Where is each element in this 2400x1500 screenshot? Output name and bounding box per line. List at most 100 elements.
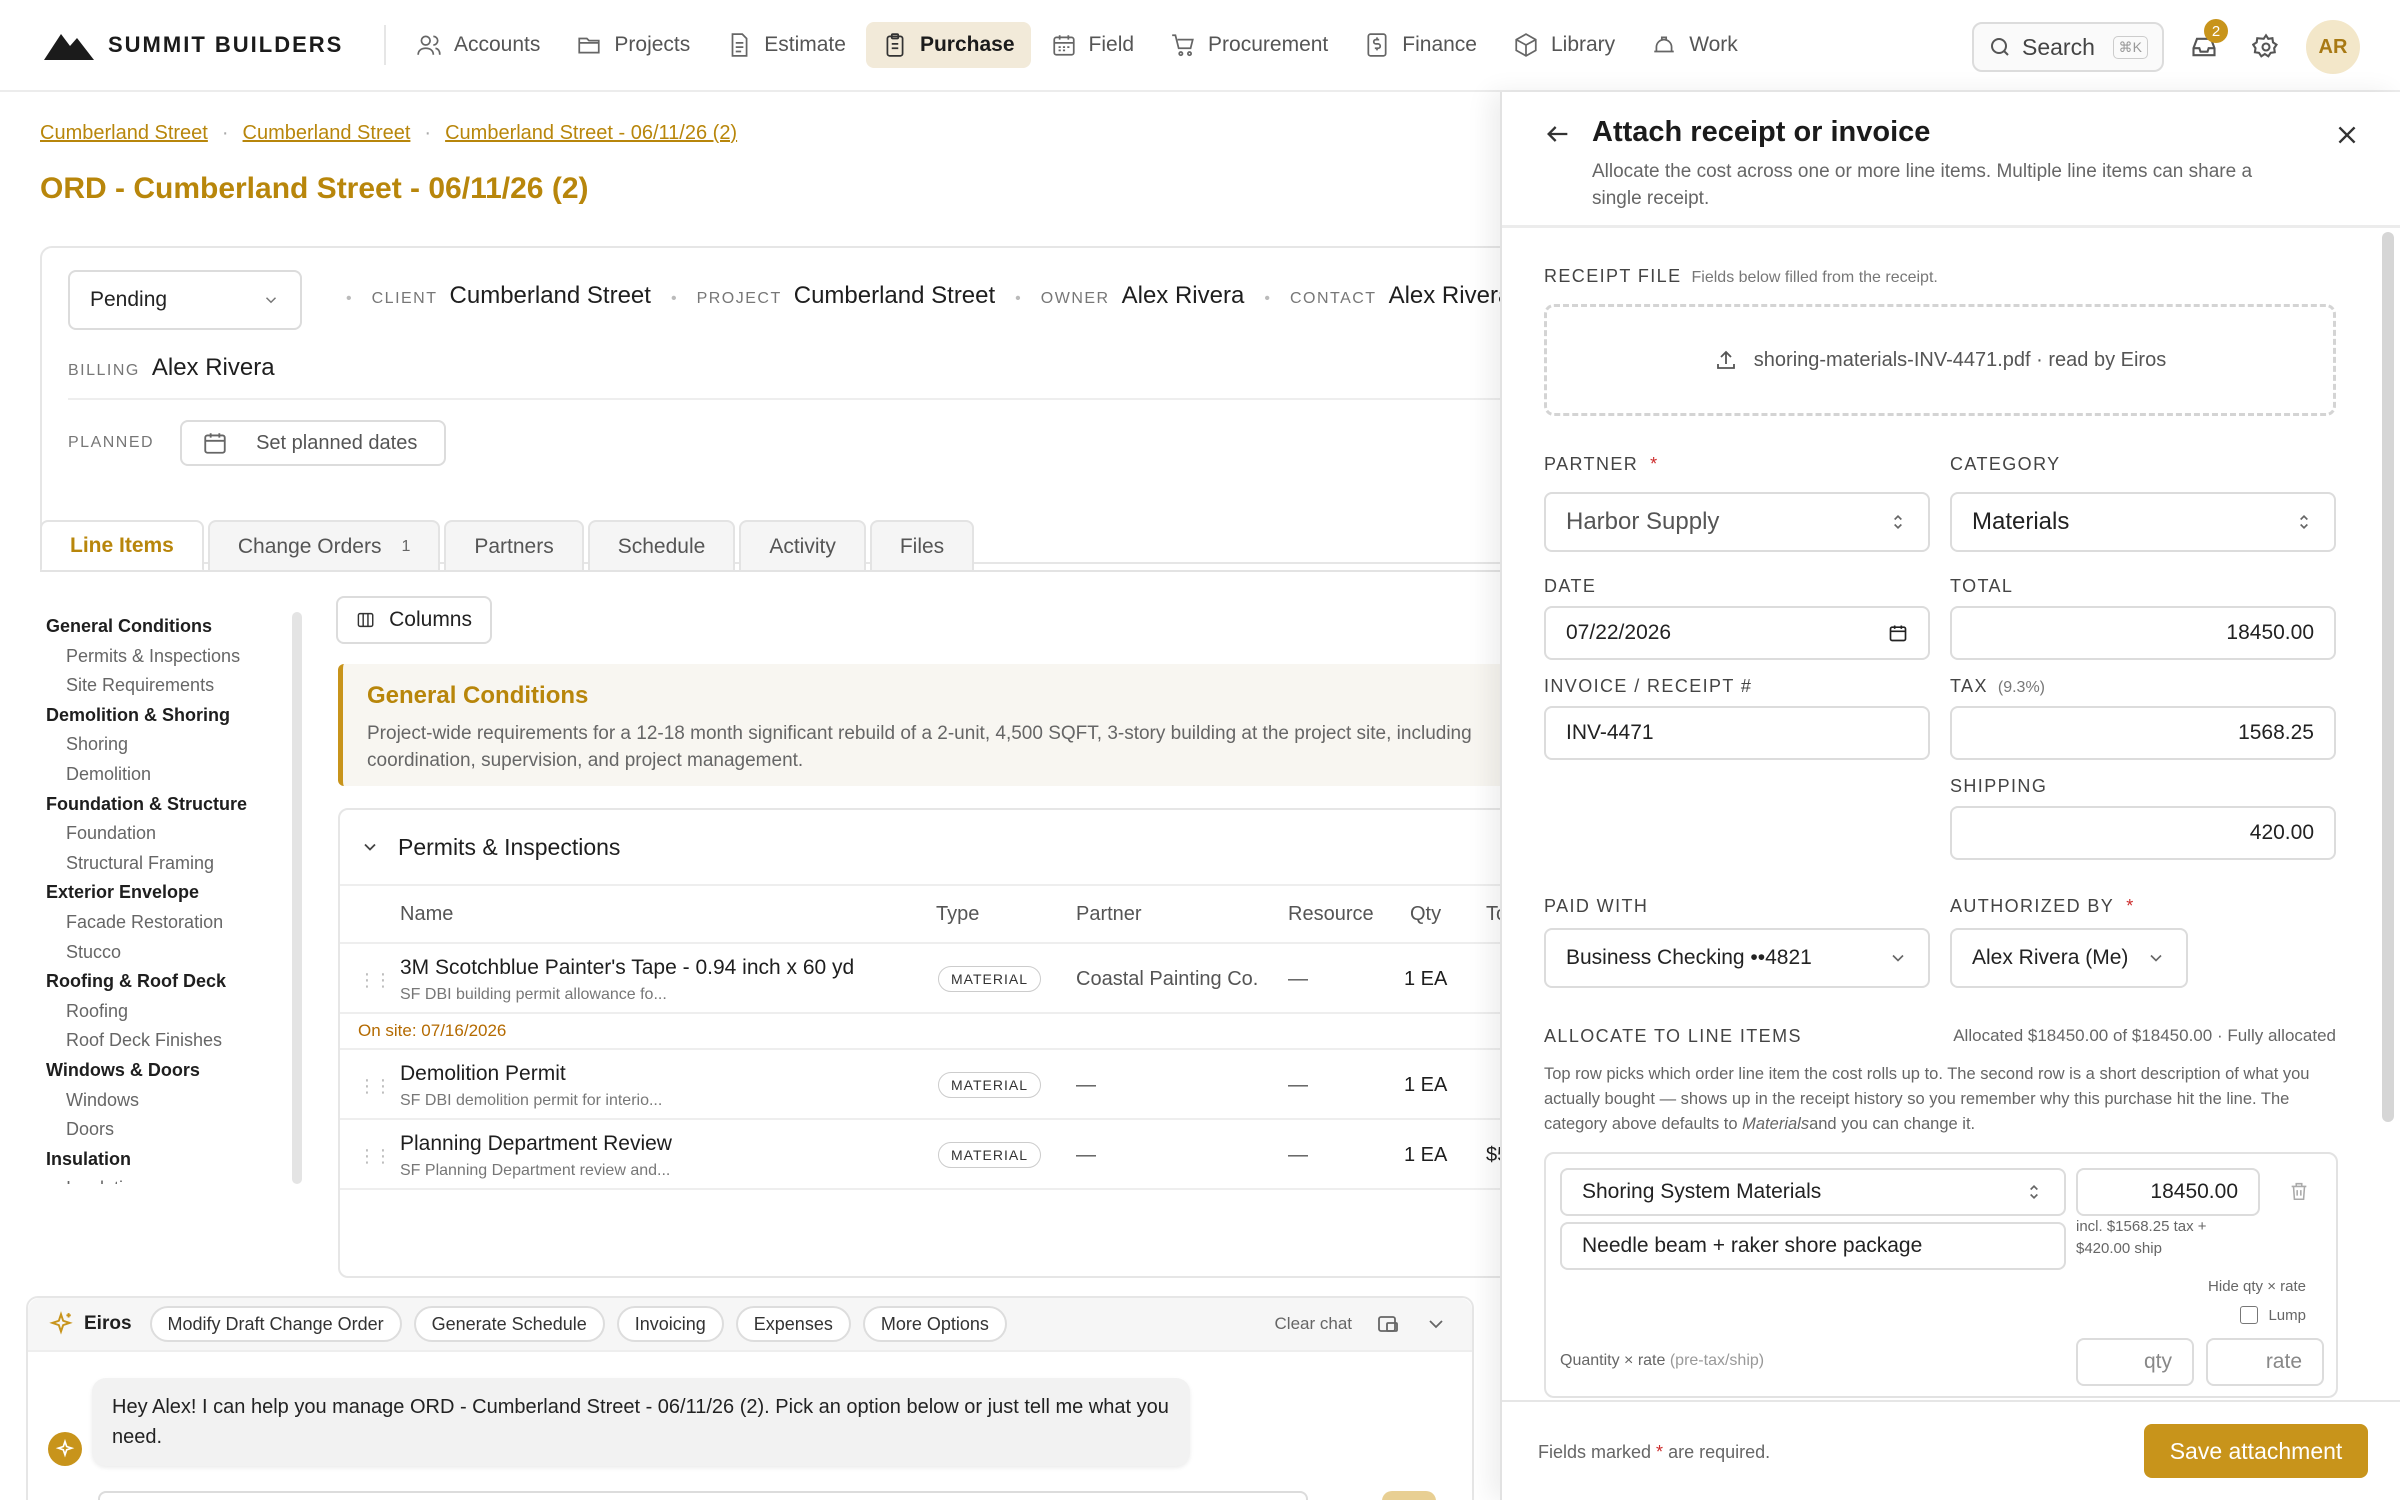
- outline-section[interactable]: Roofing & Roof Deck: [46, 967, 296, 997]
- drag-handle-icon[interactable]: ⋮⋮: [358, 1146, 392, 1167]
- nav-accounts[interactable]: Accounts: [400, 22, 556, 68]
- tab-files[interactable]: Files: [869, 520, 975, 572]
- authorized-by-select[interactable]: Alex Rivera (Me): [1950, 928, 2188, 988]
- tab-change-orders[interactable]: Change Orders 1: [207, 520, 441, 572]
- outline-subsection[interactable]: Demolition: [46, 760, 296, 790]
- outline-subsection[interactable]: Insulation: [46, 1174, 296, 1184]
- table-row[interactable]: ⋮⋮ Demolition Permit SF DBI demolition p…: [340, 1050, 1500, 1120]
- nav-finance[interactable]: Finance: [1348, 22, 1493, 68]
- nav-procurement[interactable]: Procurement: [1154, 22, 1344, 68]
- drag-handle-icon[interactable]: ⋮⋮: [358, 1076, 392, 1097]
- outline-subsection[interactable]: Windows: [46, 1086, 296, 1116]
- invoice-number-input[interactable]: INV-4471: [1544, 706, 1930, 760]
- nav-purchase[interactable]: Purchase: [865, 22, 1031, 68]
- nav-estimate[interactable]: Estimate: [710, 22, 862, 68]
- chat-input[interactable]: [98, 1491, 1308, 1500]
- total-input[interactable]: 18450.00: [1950, 606, 2336, 660]
- date-input[interactable]: 07/22/2026: [1544, 606, 1930, 660]
- clear-chat-button[interactable]: Clear chat: [1275, 1314, 1352, 1334]
- paid-with-select[interactable]: Business Checking ••4821: [1544, 928, 1930, 988]
- chip-invoicing[interactable]: Invoicing: [616, 1306, 724, 1342]
- chevron-down-icon[interactable]: [1424, 1312, 1448, 1336]
- outline-section[interactable]: Exterior Envelope: [46, 878, 296, 908]
- chip-expenses[interactable]: Expenses: [735, 1306, 851, 1342]
- tab-schedule[interactable]: Schedule: [587, 520, 736, 572]
- dollar-doc-icon: [1367, 33, 1387, 57]
- outline-section[interactable]: Foundation & Structure: [46, 790, 296, 820]
- user-avatar[interactable]: AR: [2306, 20, 2360, 74]
- settings-button[interactable]: [2244, 25, 2288, 69]
- billing-value[interactable]: Alex Rivera: [152, 354, 275, 382]
- group-header[interactable]: Permits & Inspections: [340, 810, 1500, 886]
- nav-library[interactable]: Library: [1497, 22, 1631, 68]
- nav-field[interactable]: Field: [1035, 22, 1151, 68]
- tab-partners[interactable]: Partners: [444, 520, 584, 572]
- outline-subsection[interactable]: Structural Framing: [46, 849, 296, 879]
- close-icon[interactable]: [2334, 122, 2360, 148]
- drag-handle-icon[interactable]: ⋮⋮: [358, 970, 392, 991]
- outline-subsection[interactable]: Facade Restoration: [46, 908, 296, 938]
- outline-subsection[interactable]: Roof Deck Finishes: [46, 1026, 296, 1056]
- outline-section[interactable]: Windows & Doors: [46, 1056, 296, 1086]
- outline-subsection[interactable]: Permits & Inspections: [46, 642, 296, 672]
- column-header-name[interactable]: Name: [400, 903, 453, 926]
- client-value[interactable]: Cumberland Street: [450, 282, 651, 310]
- qty-input[interactable]: qty: [2076, 1338, 2194, 1386]
- chip-more-options[interactable]: More Options: [862, 1306, 1007, 1342]
- arrow-left-icon[interactable]: [1544, 120, 1572, 148]
- breadcrumb-link[interactable]: Cumberland Street - 06/11/26 (2): [445, 122, 737, 145]
- outline-subsection[interactable]: Shoring: [46, 730, 296, 760]
- set-planned-dates-button[interactable]: Set planned dates: [180, 420, 447, 466]
- tab-line-items[interactable]: Line Items: [40, 520, 204, 572]
- outline-section[interactable]: Insulation: [46, 1145, 296, 1175]
- save-attachment-button[interactable]: Save attachment: [2144, 1424, 2368, 1478]
- outline-section[interactable]: General Conditions: [46, 612, 296, 642]
- send-button[interactable]: [1382, 1491, 1436, 1500]
- column-header-qty[interactable]: Qty: [1410, 903, 1441, 926]
- trash-icon[interactable]: [2288, 1180, 2310, 1202]
- column-header-type[interactable]: Type: [936, 903, 979, 926]
- breadcrumb-link[interactable]: Cumberland Street: [243, 122, 411, 145]
- outline-section[interactable]: Demolition & Shoring: [46, 701, 296, 731]
- partner-select[interactable]: Harbor Supply: [1544, 492, 1930, 552]
- outline-scrollbar[interactable]: [292, 612, 302, 1184]
- allocation-description-input[interactable]: Needle beam + raker shore package: [1560, 1222, 2066, 1270]
- line-item-select[interactable]: Shoring System Materials: [1560, 1168, 2066, 1216]
- table-row[interactable]: ⋮⋮ Planning Department Review SF Plannin…: [340, 1120, 1500, 1190]
- project-value[interactable]: Cumberland Street: [794, 282, 995, 310]
- outline-subsection[interactable]: Roofing: [46, 997, 296, 1027]
- outline-subsection[interactable]: Site Requirements: [46, 671, 296, 701]
- receipt-upload-zone[interactable]: shoring-materials-INV-4471.pdf · read by…: [1544, 304, 2336, 416]
- search-button[interactable]: Search ⌘K: [1972, 22, 2164, 72]
- lump-checkbox[interactable]: Lump: [2240, 1306, 2306, 1324]
- outline-subsection[interactable]: Stucco: [46, 938, 296, 968]
- tax-input[interactable]: 1568.25: [1950, 706, 2336, 760]
- brand[interactable]: SUMMIT BUILDERS: [44, 30, 364, 60]
- owner-value[interactable]: Alex Rivera: [1122, 282, 1245, 310]
- checkbox-box[interactable]: [2240, 1306, 2259, 1324]
- contact-value[interactable]: Alex Rivera: [1389, 282, 1500, 310]
- rate-input[interactable]: rate: [2206, 1338, 2324, 1386]
- columns-button[interactable]: Columns: [336, 596, 492, 644]
- allocation-amount-input[interactable]: 18450.00: [2076, 1168, 2260, 1216]
- chip-generate-schedule[interactable]: Generate Schedule: [413, 1306, 605, 1342]
- column-header-partner[interactable]: Partner: [1076, 903, 1142, 926]
- nav-projects[interactable]: Projects: [560, 22, 706, 68]
- inbox-button[interactable]: 2: [2182, 19, 2228, 69]
- category-select[interactable]: Materials: [1950, 492, 2336, 552]
- drawer-scrollbar[interactable]: [2382, 232, 2394, 1122]
- column-header-total[interactable]: Total: [1486, 903, 1500, 926]
- hide-qty-rate-toggle[interactable]: Hide qty × rate: [2208, 1278, 2306, 1295]
- status-select[interactable]: Pending: [68, 270, 302, 330]
- breadcrumb-link[interactable]: Cumberland Street: [40, 122, 208, 145]
- nav-work[interactable]: Work: [1635, 22, 1754, 68]
- column-header-resource[interactable]: Resource: [1288, 903, 1374, 926]
- chip-modify-draft-change-order[interactable]: Modify Draft Change Order: [149, 1306, 402, 1342]
- popout-icon[interactable]: [1376, 1312, 1400, 1336]
- tab-label: Line Items: [70, 533, 174, 557]
- table-row[interactable]: ⋮⋮ 3M Scotchblue Painter's Tape - 0.94 i…: [340, 944, 1500, 1014]
- tab-activity[interactable]: Activity: [739, 520, 866, 572]
- outline-subsection[interactable]: Doors: [46, 1115, 296, 1145]
- outline-subsection[interactable]: Foundation: [46, 819, 296, 849]
- shipping-input[interactable]: 420.00: [1950, 806, 2336, 860]
